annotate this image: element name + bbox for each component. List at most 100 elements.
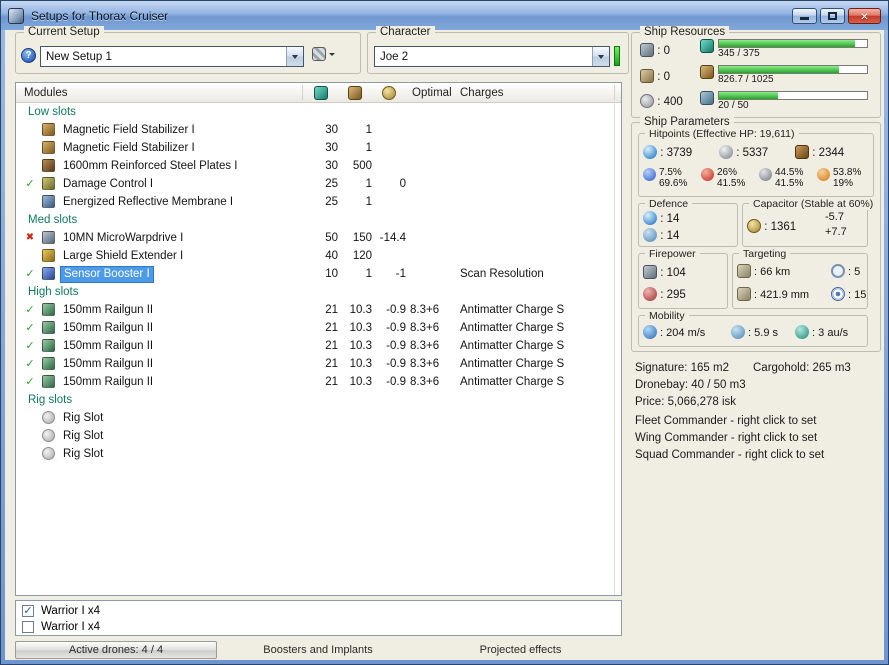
module-row[interactable]: ✓ Sensor Booster I 10 1 -1 Scan Resoluti… <box>16 265 621 283</box>
drone-row[interactable]: Warrior I x4 <box>16 619 621 635</box>
max-targets-icon <box>831 264 845 278</box>
drone-checkbox[interactable] <box>22 621 34 633</box>
module-name[interactable]: 150mm Railgun II <box>60 337 156 355</box>
module-name[interactable]: Magnetic Field Stabilizer I <box>60 139 198 157</box>
module-name[interactable]: Large Shield Extender I <box>60 247 186 265</box>
wing-commander-slot[interactable]: Wing Commander - right click to set <box>635 432 817 444</box>
cpu-value: 25 <box>325 196 338 208</box>
drone-label[interactable]: Warrior I x4 <box>41 621 100 633</box>
align-time-stat: 5.9 s <box>731 325 778 341</box>
module-row[interactable]: ✓ 150mm Railgun II 21 10.3 -0.9 8.3+6 An… <box>16 373 621 391</box>
scan-resolution-icon <box>737 287 751 301</box>
cpu-value: 21 <box>325 322 338 334</box>
module-row[interactable]: Rig Slot <box>16 427 621 445</box>
slot-group-label: Low slots <box>28 106 76 118</box>
chevron-down-icon <box>598 54 604 59</box>
launcher-hardpoints-stat: 0 <box>640 69 670 85</box>
module-row[interactable]: Rig Slot <box>16 445 621 463</box>
character-combobox-arrow[interactable] <box>592 47 609 66</box>
character-combobox[interactable]: Joe 2 <box>374 46 610 67</box>
drone-label[interactable]: Warrior I x4 <box>41 605 100 617</box>
scan-resolution-stat: 421.9 mm <box>737 287 809 303</box>
module-row[interactable]: ✓ Damage Control I 25 1 0 <box>16 175 621 193</box>
module-name[interactable]: 150mm Railgun II <box>60 319 156 337</box>
modules-list: Low slots Magnetic Field Stabilizer I 30… <box>16 103 621 595</box>
module-name[interactable]: Rig Slot <box>60 427 106 445</box>
active-drones-header[interactable]: Active drones: 4 / 4 <box>15 641 217 659</box>
module-row[interactable]: ✖ 10MN MicroWarpdrive I 50 150 -14.4 <box>16 229 621 247</box>
charge-value: Scan Resolution <box>460 268 544 280</box>
capacitor-value: -0.9 <box>386 304 406 316</box>
targeting-label: Targeting <box>739 248 791 260</box>
warp-speed-value: 3 au/s <box>809 327 848 339</box>
volley-damage-icon <box>643 287 657 301</box>
maximize-button[interactable] <box>820 7 845 24</box>
module-name[interactable]: 150mm Railgun II <box>60 301 156 319</box>
launcher-hardpoints-icon <box>640 69 654 83</box>
setup-combobox[interactable]: New Setup 1 <box>40 46 304 67</box>
dronebay-icon <box>700 91 714 105</box>
module-name[interactable]: Sensor Booster I <box>60 266 154 283</box>
minimize-button[interactable] <box>792 7 817 24</box>
module-name[interactable]: 1600mm Reinforced Steel Plates I <box>60 157 241 175</box>
close-button[interactable] <box>848 7 881 24</box>
module-row[interactable]: ✓ 150mm Railgun II 21 10.3 -0.9 8.3+6 An… <box>16 355 621 373</box>
agility-icon <box>731 325 745 339</box>
setup-tools-button[interactable] <box>312 47 335 61</box>
help-icon[interactable] <box>21 48 36 63</box>
cpu-value: 30 <box>325 160 338 172</box>
window-title: Setups for Thorax Cruiser <box>31 8 169 23</box>
defence-row2: 14 <box>643 228 679 244</box>
module-name[interactable]: 150mm Railgun II <box>60 373 156 391</box>
module-name[interactable]: 10MN MicroWarpdrive I <box>60 229 186 247</box>
armor-hp-value: 5337 <box>733 147 768 159</box>
turret-hardpoints-value: 0 <box>654 45 670 57</box>
volley-value: 295 <box>657 289 686 301</box>
module-row[interactable]: ✓ 150mm Railgun II 21 10.3 -0.9 8.3+6 An… <box>16 301 621 319</box>
modules-header: Modules Optimal Charges <box>16 83 621 103</box>
setup-combobox-arrow[interactable] <box>286 47 303 66</box>
kinetic-shield-resist: 44.5% <box>775 167 804 178</box>
signature-info: Signature: 165 m2 <box>635 362 729 374</box>
cpu-icon <box>700 39 714 53</box>
module-row[interactable]: Rig Slot <box>16 409 621 427</box>
character-group: Character Joe 2 <box>367 26 629 74</box>
module-row[interactable]: 1600mm Reinforced Steel Plates I 30 500 <box>16 157 621 175</box>
module-row[interactable]: Magnetic Field Stabilizer I 30 1 <box>16 121 621 139</box>
minimize-icon <box>800 17 809 20</box>
fitted-ok-icon: ✓ <box>25 322 35 334</box>
module-name[interactable]: Magnetic Field Stabilizer I <box>60 121 198 139</box>
powergrid-value: 10.3 <box>349 358 372 370</box>
drone-checkbox[interactable] <box>22 605 34 617</box>
module-row[interactable]: Magnetic Field Stabilizer I 30 1 <box>16 139 621 157</box>
module-name[interactable]: Energized Reflective Membrane I <box>60 193 236 211</box>
capacitor-capacity-value: 1361 <box>761 221 796 233</box>
fitted-ok-icon: ✓ <box>25 178 35 190</box>
targeting-range-value: 66 km <box>751 266 790 278</box>
ship-resources-group: Ship Resources 0 0 400 345 / 375 <box>631 26 881 118</box>
thermal-armor-resist: 41.5% <box>717 177 746 189</box>
projected-effects-header[interactable]: Projected effects <box>419 641 622 659</box>
cpu-value: 30 <box>325 124 338 136</box>
module-icon <box>42 357 55 370</box>
module-icon <box>42 159 55 172</box>
module-row[interactable]: Energized Reflective Membrane I 25 1 <box>16 193 621 211</box>
module-row[interactable]: ✓ 150mm Railgun II 21 10.3 -0.9 8.3+6 An… <box>16 319 621 337</box>
module-row[interactable]: Large Shield Extender I 40 120 <box>16 247 621 265</box>
module-name[interactable]: Damage Control I <box>60 175 156 193</box>
squad-commander-slot[interactable]: Squad Commander - right click to set <box>635 449 824 461</box>
module-name[interactable]: Rig Slot <box>60 445 106 463</box>
hitpoints-label: Hitpoints (Effective HP: 19,611) <box>645 128 799 140</box>
cpu-resource: 345 / 375 <box>700 39 868 60</box>
maximize-icon <box>828 11 837 20</box>
module-name[interactable]: Rig Slot <box>60 409 106 427</box>
module-row[interactable]: ✓ 150mm Railgun II 21 10.3 -0.9 8.3+6 An… <box>16 337 621 355</box>
capacitor-value: 0 <box>399 178 406 190</box>
module-icon <box>42 429 55 442</box>
calibration-stat: 400 <box>640 94 683 110</box>
boosters-implants-header[interactable]: Boosters and Implants <box>217 641 419 659</box>
turret-dps-icon <box>643 265 657 279</box>
drone-row[interactable]: Warrior I x4 <box>16 603 621 619</box>
fleet-commander-slot[interactable]: Fleet Commander - right click to set <box>635 415 817 427</box>
module-name[interactable]: 150mm Railgun II <box>60 355 156 373</box>
